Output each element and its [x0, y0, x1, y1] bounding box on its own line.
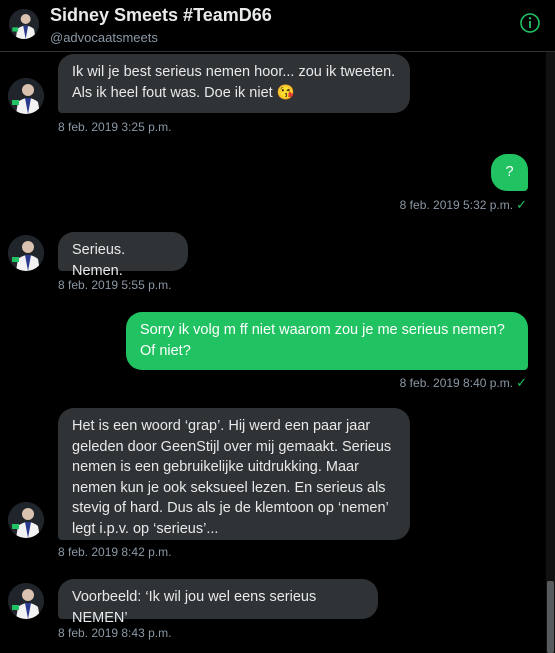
message-bubble[interactable]: Serieus. Nemen. — [58, 232, 188, 279]
message-bubble[interactable]: Voorbeeld: ‘Ik wil jou wel eens serieus … — [58, 579, 378, 626]
message-timestamp: 8 feb. 2019 8:43 p.m. — [58, 626, 172, 640]
contact-name[interactable]: Sidney Smeets #TeamD66 — [50, 5, 272, 26]
message-line: nemen is een gebruikelijke uitdrukking. … — [72, 459, 359, 475]
sent-check-icon: ✓ — [516, 375, 527, 390]
message-line: legt i.p.v. op ‘serieus’... — [72, 520, 219, 537]
message-bubble[interactable]: Sorry ik volg m ff niet waarom zou je me… — [126, 312, 528, 370]
message-line: Serieus. Nemen. — [72, 242, 126, 279]
message-line: ? — [505, 164, 514, 180]
sender-avatar[interactable] — [8, 502, 44, 538]
message-timestamp: 8 feb. 2019 3:25 p.m. — [58, 120, 172, 134]
message-bubble[interactable]: ? — [491, 154, 528, 191]
conversation-header: Sidney Smeets #TeamD66 @advocaatsmeets — [0, 0, 555, 52]
sender-avatar[interactable] — [8, 235, 44, 271]
scrollbar-thumb[interactable] — [547, 581, 554, 653]
message-bubble[interactable]: Het is een woord ‘grap’. Hij werd een pa… — [58, 408, 410, 540]
header-avatar[interactable] — [9, 9, 39, 39]
scrollbar[interactable] — [546, 52, 555, 653]
sender-avatar[interactable] — [8, 583, 44, 619]
message-line: Als ik heel fout was. Doe ik niet 😘 — [72, 84, 295, 101]
sent-check-icon: ✓ — [516, 197, 527, 212]
message-line: Ik wil je best serieus nemen hoor... zou… — [72, 64, 396, 80]
info-icon[interactable] — [519, 12, 541, 34]
contact-handle: @advocaatsmeets — [50, 30, 158, 45]
message-line: Sorry ik volg m ff niet waarom zou je me… — [140, 322, 505, 338]
message-line: Voorbeeld: ‘Ik wil jou wel eens serieus … — [72, 589, 317, 626]
message-line: nemen kun je ook seksueel lezen. En seri… — [72, 479, 386, 496]
message-line: Het is een woord ‘grap’. Hij werd een pa… — [72, 418, 371, 434]
sender-avatar[interactable] — [8, 78, 44, 114]
message-bubble[interactable]: Ik wil je best serieus nemen hoor... zou… — [58, 54, 410, 113]
message-line: Of niet? — [140, 342, 191, 359]
message-timestamp: 8 feb. 2019 8:40 p.m. ✓ — [400, 375, 527, 391]
timestamp-text: 8 feb. 2019 5:32 p.m. — [399, 198, 514, 212]
message-timestamp: 8 feb. 2019 5:55 p.m. — [58, 278, 172, 292]
message-timestamp: 8 feb. 2019 5:32 p.m. ✓ — [400, 197, 527, 213]
message-timestamp: 8 feb. 2019 8:42 p.m. — [58, 545, 172, 559]
message-line: geleden door GeenStijl over mij gemaakt.… — [72, 438, 392, 455]
timestamp-text: 8 feb. 2019 8:40 p.m. — [399, 376, 514, 390]
message-line: stevig of hard. Dus als je de klemtoon o… — [72, 500, 389, 516]
